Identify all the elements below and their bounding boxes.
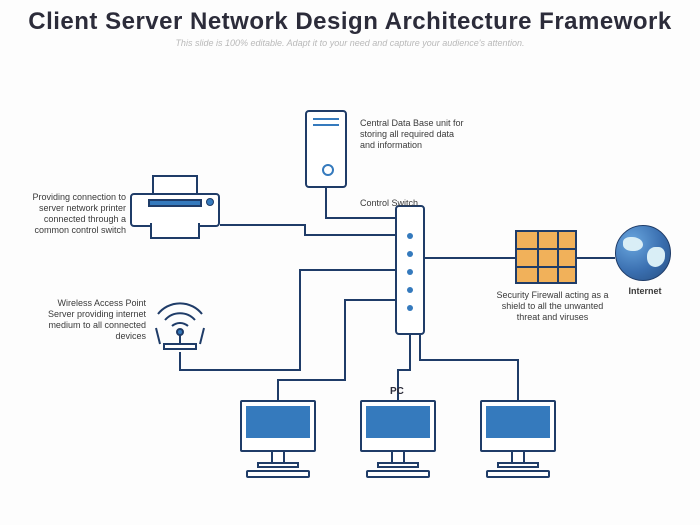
server-label: Central Data Base unit for storing all r… — [360, 118, 470, 151]
server-icon — [305, 110, 347, 188]
firewall-icon — [515, 230, 577, 284]
printer-icon — [130, 175, 220, 245]
switch-icon — [395, 205, 425, 335]
firewall-label: Security Firewall acting as a shield to … — [490, 290, 615, 323]
printer-label: Providing connection to server network p… — [18, 192, 126, 236]
internet-label: Internet — [620, 286, 670, 297]
connection-lines — [0, 0, 700, 525]
wifi-icon — [150, 300, 210, 350]
pc-icon — [360, 400, 436, 478]
globe-icon — [615, 225, 671, 281]
pc-label: PC — [390, 386, 404, 397]
pc-icon — [480, 400, 556, 478]
diagram-stage: Providing connection to server network p… — [0, 0, 700, 525]
wifi-label: Wireless Access Point Server providing i… — [36, 298, 146, 342]
switch-label: Control Switch — [360, 198, 440, 209]
pc-icon — [240, 400, 316, 478]
